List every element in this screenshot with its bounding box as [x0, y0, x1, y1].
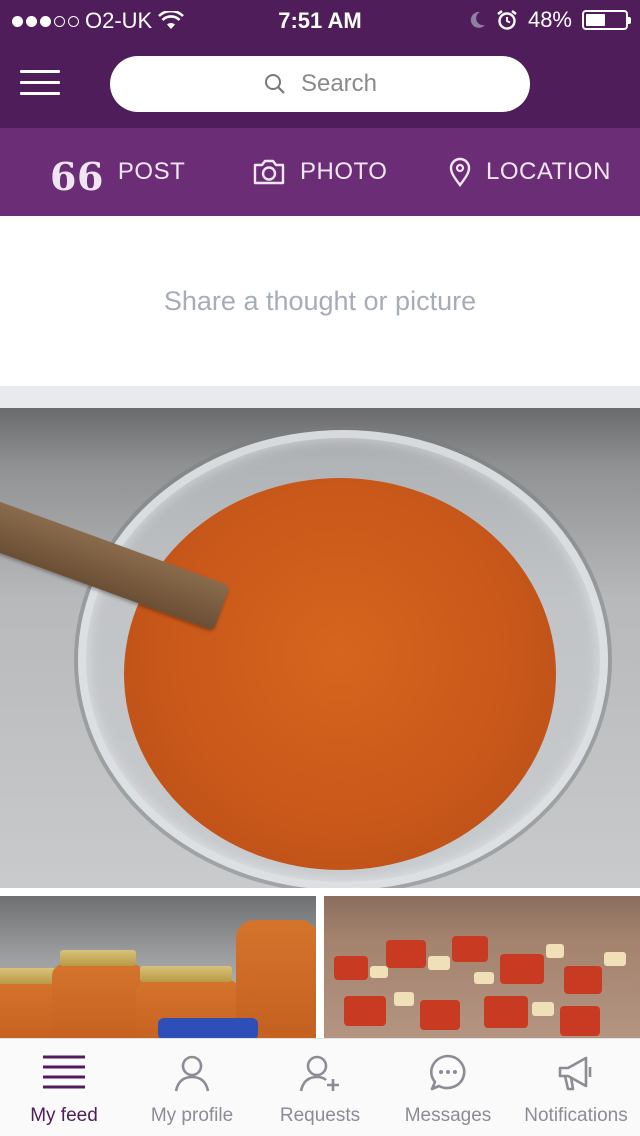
quote-icon: 66 — [50, 154, 104, 199]
profile-icon — [174, 1055, 210, 1092]
location-button[interactable]: LOCATION — [448, 128, 611, 216]
post-action-bar: 66 POST PHOTO LOCATION — [0, 128, 640, 216]
tab-label-my-feed: My feed — [30, 1105, 98, 1126]
share-composer[interactable]: Share a thought or picture — [0, 216, 640, 386]
tab-label-notifications: Notifications — [524, 1105, 628, 1126]
feed-icon — [43, 1055, 85, 1089]
status-right: 48% — [468, 7, 631, 33]
add-user-icon — [299, 1055, 339, 1092]
location-label: LOCATION — [486, 158, 611, 185]
search-placeholder: Search — [300, 70, 378, 97]
camera-icon — [253, 159, 285, 185]
search-icon — [264, 74, 285, 94]
location-pin-icon — [449, 157, 471, 187]
search-input[interactable]: Search — [110, 56, 530, 112]
status-bar: O2-UK 7:51 AM 48% — [0, 0, 640, 40]
photo-label: PHOTO — [300, 158, 388, 185]
tab-requests[interactable]: Requests — [256, 1039, 384, 1136]
battery-icon — [582, 10, 631, 30]
moon-icon — [470, 11, 485, 28]
composer-placeholder: Share a thought or picture — [163, 285, 477, 316]
soup — [124, 478, 556, 870]
menu-button[interactable] — [20, 70, 60, 100]
tab-my-feed[interactable]: My feed — [0, 1039, 128, 1136]
post-label: POST — [117, 158, 186, 185]
bottom-tab-bar: My feed My profile Requests Messages Not… — [0, 1038, 640, 1136]
tab-label-my-profile: My profile — [150, 1105, 234, 1126]
top-bar: O2-UK 7:51 AM 48% Search — [0, 0, 640, 128]
megaphone-icon — [558, 1056, 592, 1091]
feed-divider — [0, 386, 640, 408]
tab-notifications[interactable]: Notifications — [512, 1039, 640, 1136]
feed-photo-main[interactable] — [0, 408, 640, 888]
chat-icon — [430, 1054, 466, 1091]
alarm-icon — [497, 10, 517, 30]
tab-my-profile[interactable]: My profile — [128, 1039, 256, 1136]
post-button[interactable]: 66 POST — [50, 128, 185, 216]
hamburger-icon — [20, 70, 60, 73]
feed-photo-jars[interactable] — [0, 896, 316, 1040]
photo-button[interactable]: PHOTO — [252, 128, 387, 216]
tab-label-requests: Requests — [279, 1105, 361, 1126]
tab-messages[interactable]: Messages — [384, 1039, 512, 1136]
tab-label-messages: Messages — [404, 1105, 492, 1126]
feed-photo-tomatoes[interactable] — [324, 896, 640, 1040]
battery-percent: 48% — [527, 7, 572, 32]
